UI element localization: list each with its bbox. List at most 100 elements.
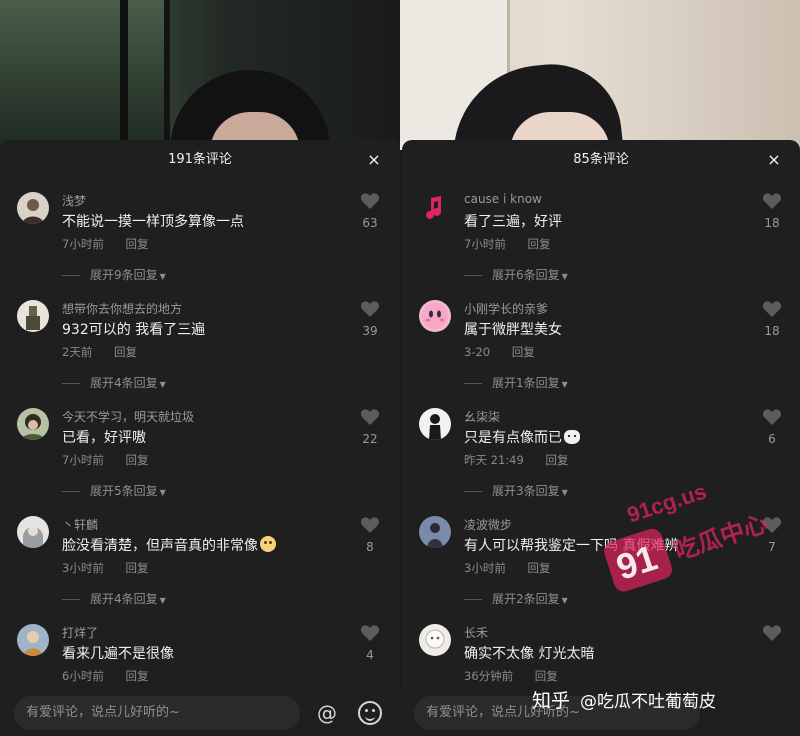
like-button[interactable]: 4 (356, 624, 384, 662)
expand-replies-label: 展开5条回复 (90, 484, 158, 498)
reply-button[interactable]: 回复 (545, 453, 568, 467)
comment-text: 属于微胖型美女 (464, 322, 562, 338)
reply-button[interactable]: 回复 (125, 561, 148, 575)
reply-button[interactable]: 回复 (535, 669, 558, 683)
comment-author[interactable]: 幺柒柒 (464, 408, 500, 425)
comment-panel-left: 191条评论 × 浅梦 不能说一摸一样顶多算像一点 7小时前 回复 展开9条回复… (0, 0, 400, 736)
comment-time: 7小时前 (62, 237, 104, 251)
divider (464, 491, 482, 492)
comment-author[interactable]: cause i know (464, 192, 542, 206)
comment-meta: 7小时前 回复 (62, 236, 148, 252)
comment-text: 看了三遍，好评 (464, 214, 562, 230)
comment-author[interactable]: 小刚学长的亲爹 (464, 300, 548, 317)
like-button[interactable] (758, 624, 786, 642)
avatar[interactable] (17, 516, 49, 548)
avatar[interactable] (419, 408, 451, 440)
expand-replies-label: 展开3条回复 (492, 484, 560, 498)
sheet-header: 191条评论 × (0, 140, 400, 180)
comment-item: 想带你去你想去的地方 932可以的 我看了三遍 2天前 回复 展开4条回复 ▼ 3… (0, 300, 400, 408)
heart-icon (762, 517, 782, 533)
comment-text: 932可以的 我看了三遍 (62, 322, 206, 338)
comment-text: 看来几遍不是很像 (62, 646, 174, 662)
avatar[interactable] (17, 300, 49, 332)
emoji-icon[interactable] (358, 701, 382, 725)
avatar[interactable] (419, 300, 451, 332)
divider (62, 599, 80, 600)
like-count: 18 (764, 324, 780, 338)
chevron-down-icon: ▼ (159, 380, 166, 389)
comment-author[interactable]: 打烊了 (62, 624, 98, 641)
at-mention-icon[interactable]: @ (314, 700, 340, 726)
avatar[interactable] (17, 192, 49, 224)
comment-input[interactable]: 有爱评论，说点儿好听的~ (14, 696, 300, 730)
reply-button[interactable]: 回复 (125, 669, 148, 683)
comment-meta: 2天前 回复 (62, 344, 137, 360)
like-count: 6 (768, 432, 776, 446)
avatar[interactable] (419, 192, 451, 224)
like-button[interactable]: 63 (356, 192, 384, 230)
expand-replies-label: 展开4条回复 (90, 376, 158, 390)
avatar[interactable] (17, 408, 49, 440)
reply-button[interactable]: 回复 (114, 345, 137, 359)
expand-replies-button[interactable]: 展开1条回复 ▼ (464, 374, 568, 391)
heart-icon (762, 301, 782, 317)
comment-time: 6小时前 (62, 669, 104, 683)
like-button[interactable]: 39 (356, 300, 384, 338)
divider (62, 491, 80, 492)
like-count: 7 (768, 540, 776, 554)
like-button[interactable]: 18 (758, 192, 786, 230)
comment-item: 浅梦 不能说一摸一样顶多算像一点 7小时前 回复 展开9条回复 ▼ 63 (0, 192, 400, 300)
video-background (0, 0, 400, 150)
like-button[interactable]: 8 (356, 516, 384, 554)
expand-replies-label: 展开2条回复 (492, 592, 560, 606)
avatar[interactable] (419, 516, 451, 548)
heart-icon (360, 517, 380, 533)
expand-replies-button[interactable]: 展开9条回复 ▼ (62, 266, 166, 283)
like-count: 4 (366, 648, 374, 662)
comment-time: 3小时前 (464, 561, 506, 575)
reply-button[interactable]: 回复 (512, 345, 535, 359)
close-icon[interactable]: × (364, 140, 384, 180)
expand-replies-button[interactable]: 展开6条回复 ▼ (464, 266, 568, 283)
zhihu-brand: 知乎 (532, 690, 571, 712)
like-button[interactable]: 6 (758, 408, 786, 446)
expand-replies-button[interactable]: 展开5条回复 ▼ (62, 482, 166, 499)
expand-replies-button[interactable]: 展开3条回复 ▼ (464, 482, 568, 499)
reply-button[interactable]: 回复 (125, 453, 148, 467)
heart-icon (762, 625, 782, 641)
reply-button[interactable]: 回复 (527, 237, 550, 251)
like-count: 18 (764, 216, 780, 230)
expand-replies-button[interactable]: 展开4条回复 ▼ (62, 590, 166, 607)
like-button[interactable]: 7 (758, 516, 786, 554)
expand-replies-label: 展开9条回复 (90, 268, 158, 282)
expand-replies-label: 展开4条回复 (90, 592, 158, 606)
comment-author[interactable]: 今天不学习，明天就垃圾 (62, 408, 194, 425)
comment-author[interactable]: 浅梦 (62, 192, 86, 209)
comment-author[interactable]: 丶轩麟 (62, 516, 98, 533)
heart-icon (360, 301, 380, 317)
comment-author[interactable]: 凌波微步 (464, 516, 512, 533)
comment-text: 不能说一摸一样顶多算像一点 (62, 214, 244, 230)
comment-input-bar: 有爱评论，说点儿好听的~ @ (0, 692, 400, 736)
comment-meta: 7小时前 回复 (464, 236, 550, 252)
avatar[interactable] (419, 624, 451, 656)
divider (464, 275, 482, 276)
comment-text: 只是有点像而已 (464, 427, 580, 447)
reply-button[interactable]: 回复 (125, 237, 148, 251)
comment-meta: 昨天 21:49 回复 (464, 452, 568, 468)
comment-author[interactable]: 长禾 (464, 624, 488, 641)
expand-replies-button[interactable]: 展开2条回复 ▼ (464, 590, 568, 607)
reply-button[interactable]: 回复 (527, 561, 550, 575)
sheet-header: 85条评论 × (402, 140, 800, 180)
expand-replies-button[interactable]: 展开4条回复 ▼ (62, 374, 166, 391)
heart-icon (360, 193, 380, 209)
heart-icon (762, 409, 782, 425)
like-button[interactable]: 22 (356, 408, 384, 446)
close-icon[interactable]: × (764, 140, 784, 180)
avatar[interactable] (17, 624, 49, 656)
comment-text: 有人可以帮我鉴定一下吗 真假难辨 (464, 538, 679, 554)
comment-author[interactable]: 想带你去你想去的地方 (62, 300, 182, 317)
comment-text: 已看，好评嗷 (62, 430, 146, 446)
like-button[interactable]: 18 (758, 300, 786, 338)
comment-time: 3-20 (464, 345, 491, 359)
